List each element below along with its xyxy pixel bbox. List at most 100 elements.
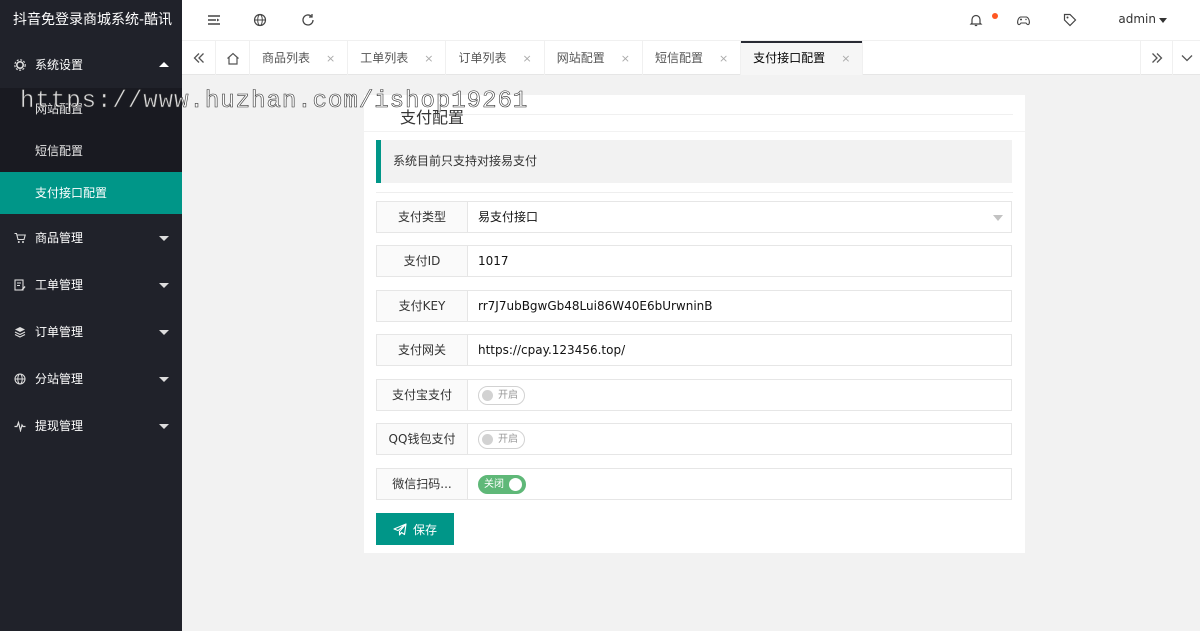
notification-badge <box>992 13 998 19</box>
sidebar-item-label: 商品管理 <box>35 231 84 245</box>
form-row-payment-key: 支付KEY rr7J7ubBgwGb48Lui86W40E6bUrwninB <box>376 290 1012 322</box>
divider <box>376 192 1013 193</box>
send-icon <box>393 522 407 536</box>
pulse-icon <box>14 419 26 432</box>
tab-label: 短信配置 <box>654 51 703 65</box>
field-value: 关闭 <box>468 469 1011 499</box>
form-row-gateway: 支付网关 https://cpay.123456.top/ <box>376 334 1012 366</box>
chevron-down-icon <box>159 282 169 288</box>
toggle-text: 开启 <box>498 434 518 445</box>
chevron-down-icon <box>159 329 169 335</box>
save-label: 保存 <box>412 522 437 537</box>
page-title: 支付配置 <box>400 108 465 127</box>
theme-icon[interactable] <box>1015 12 1031 28</box>
field-value: 开启 <box>468 424 1011 454</box>
tab-ticket-list[interactable]: 工单列表 × <box>348 41 447 75</box>
refresh-icon[interactable] <box>300 12 316 28</box>
sidebar-item-label: 订单管理 <box>35 325 84 339</box>
field-label: 支付ID <box>377 246 468 276</box>
ticket-icon <box>14 278 26 291</box>
tabs-scroll-left-icon[interactable] <box>182 41 216 75</box>
payment-id-input[interactable]: 1017 <box>468 246 1011 276</box>
chevron-up-icon <box>159 61 169 67</box>
title-divider <box>400 114 1013 115</box>
globe-icon[interactable] <box>252 12 268 28</box>
close-icon[interactable]: × <box>326 52 335 65</box>
toggle-knob <box>482 390 493 401</box>
sidebar: 抖音免登录商城系统-酷讯 系统设置 网站配置 短信配置 支付接口配置 商品管理 … <box>0 0 182 631</box>
sidebar-item-tickets[interactable]: 工单管理 <box>0 261 182 308</box>
home-tab-icon[interactable] <box>216 41 250 75</box>
sidebar-item-label: 工单管理 <box>35 278 84 292</box>
payment-config-card: 支付配置 系统目前只支持对接易支付 支付类型 易支付接口 支付ID 1017 支… <box>364 95 1025 553</box>
tab-sms-config[interactable]: 短信配置 × <box>643 41 742 75</box>
menu-toggle-icon[interactable] <box>206 12 222 28</box>
sidebar-item-site-config[interactable]: 网站配置 <box>0 88 182 130</box>
sidebar-item-label: 分站管理 <box>35 372 84 386</box>
tab-label: 网站配置 <box>556 51 605 65</box>
tabs-scroll-right-icon[interactable] <box>1140 41 1172 75</box>
tab-label: 支付接口配置 <box>753 51 826 65</box>
top-header: admin <box>182 0 1200 41</box>
sidebar-item-system-settings[interactable]: 系统设置 <box>0 41 182 88</box>
header-divider <box>364 131 1025 132</box>
tab-order-list[interactable]: 订单列表 × <box>446 41 545 75</box>
form-row-payment-type: 支付类型 易支付接口 <box>376 201 1012 233</box>
sidebar-item-label: 系统设置 <box>35 58 84 72</box>
user-menu[interactable]: admin <box>1118 12 1156 26</box>
form-row-payment-id: 支付ID 1017 <box>376 245 1012 277</box>
layers-icon <box>14 326 26 338</box>
toggle-text: 开启 <box>498 390 518 401</box>
sidebar-item-sms-config[interactable]: 短信配置 <box>0 130 182 172</box>
payment-type-select[interactable]: 易支付接口 <box>468 202 1011 232</box>
tabs-controls <box>1140 41 1200 75</box>
sidebar-item-substations[interactable]: 分站管理 <box>0 355 182 402</box>
submenu-system: 网站配置 短信配置 支付接口配置 <box>0 88 182 214</box>
form-row-qq-wallet: QQ钱包支付 开启 <box>376 423 1012 455</box>
field-label: QQ钱包支付 <box>377 424 468 454</box>
globe-icon <box>14 372 26 385</box>
sidebar-item-withdrawals[interactable]: 提现管理 <box>0 402 182 449</box>
cart-icon <box>14 232 26 244</box>
field-label: 支付KEY <box>377 291 468 321</box>
caret-down-icon <box>1159 18 1167 23</box>
alipay-toggle[interactable]: 开启 <box>478 386 525 405</box>
page-tabs: 商品列表 × 工单列表 × 订单列表 × 网站配置 × 短信配置 × 支付接口配置 × <box>182 41 1200 75</box>
toggle-knob <box>482 434 493 445</box>
field-value: 开启 <box>468 380 1011 410</box>
close-icon[interactable]: × <box>841 52 850 65</box>
payment-key-input[interactable]: rr7J7ubBgwGb48Lui86W40E6bUrwninB <box>468 291 1011 321</box>
toggle-knob <box>509 478 522 491</box>
tab-product-list[interactable]: 商品列表 × <box>250 41 349 75</box>
tag-icon[interactable] <box>1062 12 1078 28</box>
field-label: 支付类型 <box>377 202 468 232</box>
notice-banner: 系统目前只支持对接易支付 <box>376 140 1012 183</box>
field-label: 支付宝支付 <box>377 380 468 410</box>
save-button[interactable]: 保存 <box>376 513 454 545</box>
bell-icon[interactable] <box>968 12 984 28</box>
close-icon[interactable]: × <box>719 52 728 65</box>
close-icon[interactable]: × <box>621 52 630 65</box>
tabs-menu-icon[interactable] <box>1172 41 1200 75</box>
form-row-alipay: 支付宝支付 开启 <box>376 379 1012 411</box>
sidebar-item-payment-config[interactable]: 支付接口配置 <box>0 172 182 214</box>
field-label: 微信扫码... <box>377 469 468 499</box>
field-label: 支付网关 <box>377 335 468 365</box>
wechat-toggle[interactable]: 关闭 <box>478 475 526 494</box>
tab-site-config[interactable]: 网站配置 × <box>545 41 643 75</box>
chevron-down-icon <box>159 376 169 382</box>
sidebar-item-orders[interactable]: 订单管理 <box>0 308 182 355</box>
sidebar-item-products[interactable]: 商品管理 <box>0 214 182 261</box>
gateway-input[interactable]: https://cpay.123456.top/ <box>468 335 1011 365</box>
caret-down-icon <box>993 215 1003 221</box>
close-icon[interactable]: × <box>522 52 531 65</box>
qq-wallet-toggle[interactable]: 开启 <box>478 430 525 449</box>
nav-group-system: 系统设置 网站配置 短信配置 支付接口配置 <box>0 41 182 214</box>
chevron-down-icon <box>159 423 169 429</box>
tab-label: 商品列表 <box>262 51 311 65</box>
form-row-wechat: 微信扫码... 关闭 <box>376 468 1012 500</box>
close-icon[interactable]: × <box>424 52 433 65</box>
tab-label: 工单列表 <box>360 51 409 65</box>
tab-payment-config[interactable]: 支付接口配置 × <box>741 41 864 75</box>
select-value: 易支付接口 <box>478 210 539 224</box>
